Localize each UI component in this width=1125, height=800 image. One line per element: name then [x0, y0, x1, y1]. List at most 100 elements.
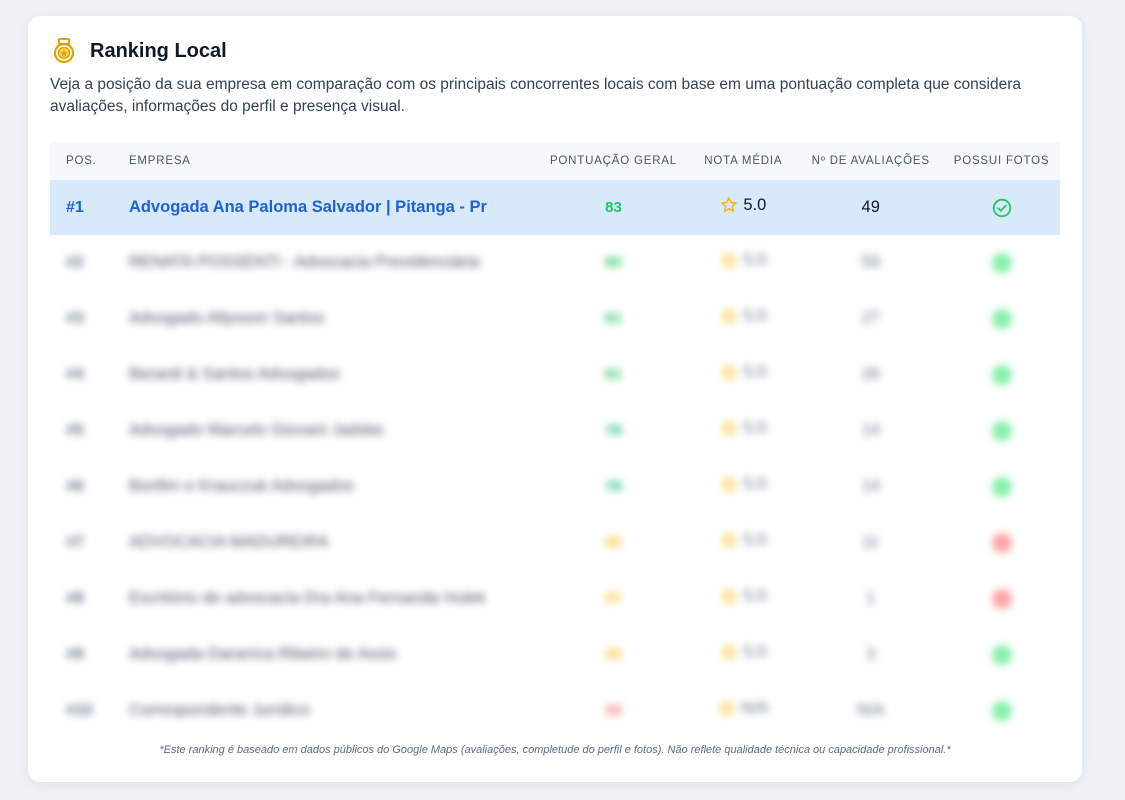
star-icon: [721, 197, 738, 213]
row-photos: [943, 644, 1060, 665]
star-icon: [721, 644, 738, 660]
row-photos: [943, 532, 1060, 553]
row-position: #5: [66, 421, 84, 439]
col-avaliacoes-header: Nº de Avaliações: [811, 155, 930, 167]
row-company-name: ADVOCACIA MADUREIRA: [128, 533, 329, 551]
has-photos-indicator: [991, 308, 1012, 329]
row-photos: [943, 420, 1060, 441]
table-row: #3 Advogado Allysson Santos 81 5.0 27: [50, 291, 1060, 347]
row-review-count: 26: [861, 365, 880, 383]
row-score: 81: [605, 310, 622, 327]
row-rating-value: 5.0: [743, 586, 767, 605]
row-score: 83: [605, 199, 622, 216]
table-row: #9 Advogada Danerica Ribeiro de Assis 55 5.…: [50, 627, 1060, 683]
row-company-name: Escritório de advocacia Dra Ana Fernanda…: [128, 589, 486, 607]
row-company-name: RENATA POSSENTI - Advocacia Previdenciár…: [128, 253, 480, 271]
row-photos: [943, 198, 1060, 218]
row-position: #9: [66, 645, 84, 663]
row-rating-value: 5.0: [743, 250, 767, 269]
table-row: #8 Escritório de advocacia Dra Ana Fernan…: [50, 571, 1060, 627]
star-icon: [721, 476, 738, 492]
row-score: 80: [605, 254, 622, 271]
row-company-name: Advogada Ana Paloma Salvador | Pitanga -…: [128, 198, 487, 216]
has-photos-indicator: [991, 476, 1012, 497]
has-photos-indicator: [991, 420, 1012, 441]
row-review-count: 11: [862, 533, 880, 551]
row-rating-value: 5.0: [743, 530, 767, 549]
row-position: #3: [66, 309, 84, 327]
row-review-count: 3: [866, 645, 876, 663]
row-photos: [943, 700, 1060, 721]
row-rating-value: 5.0: [743, 362, 767, 381]
col-fotos-header: Possui Fotos: [953, 155, 1050, 167]
table-row: #7 ADVOCACIA MADUREIRA 60 5.0 11: [50, 515, 1060, 571]
col-nota-header: Nota Média: [704, 155, 783, 167]
row-score: 30: [605, 702, 622, 719]
row-score: 78: [605, 422, 622, 439]
card-title: Ranking Local: [90, 39, 227, 62]
table-header: Pos. Empresa Pontuação Geral Nota Média …: [50, 142, 1060, 180]
has-photos-indicator: [991, 252, 1012, 273]
ranking-card: Ranking Local Veja a posição da sua empr…: [28, 16, 1082, 782]
col-pontuacao-header: Pontuação Geral: [549, 155, 677, 167]
row-rating: 5.0: [688, 419, 798, 443]
row-rating: 5.0: [688, 643, 798, 667]
row-rating: N/A: [688, 699, 798, 723]
row-position: #7: [66, 533, 84, 551]
has-photos-indicator: [991, 700, 1012, 721]
row-score: 60: [605, 534, 622, 551]
row-photos: [943, 588, 1060, 609]
col-pos-header: Pos.: [66, 155, 97, 167]
row-rating-value: 5.0: [743, 642, 767, 661]
check-circle-icon: [992, 198, 1011, 217]
star-icon: [719, 700, 735, 716]
row-review-count: 14: [861, 477, 880, 495]
row-company-name: Bonfim e Krauczuk Advogados: [128, 477, 354, 495]
row-photos: [943, 476, 1060, 497]
row-rating: 5.0: [688, 531, 798, 555]
row-company-name: Advogado Marcelo Giovani Jadske: [128, 421, 384, 439]
row-rating: 5.0: [688, 587, 798, 611]
ranking-table: Pos. Empresa Pontuação Geral Nota Média …: [50, 142, 1060, 739]
row-review-count: N/A: [856, 701, 885, 719]
col-empresa-header: Empresa: [128, 155, 191, 167]
medal-icon: [53, 38, 75, 64]
row-company-name: Advogada Danerica Ribeiro de Assis: [128, 645, 397, 663]
table-row: #2 RENATA POSSENTI - Advocacia Previdenci…: [50, 235, 1060, 291]
has-photos-indicator: [991, 644, 1012, 665]
table-row: #1 Advogada Ana Paloma Salvador | Pitanga…: [50, 180, 1060, 235]
row-position: #6: [66, 477, 84, 495]
row-company-name: Correspondente Jurídico: [128, 701, 310, 719]
star-icon: [721, 420, 738, 436]
row-score: 78: [605, 478, 622, 495]
row-rating-value: 5.0: [743, 195, 767, 214]
row-company-name: Advogado Allysson Santos: [128, 309, 325, 327]
table-row: #5 Advogado Marcelo Giovani Jadske 78 5.0 14: [50, 403, 1060, 459]
footnote: *Este ranking é baseado em dados público…: [159, 744, 951, 756]
row-rating-value: N/A: [741, 698, 769, 717]
row-rating: 5.0: [688, 363, 798, 387]
row-review-count: 27: [861, 309, 880, 327]
row-rating-value: 5.0: [743, 306, 767, 325]
has-photos-indicator: [991, 364, 1012, 385]
row-rating-value: 5.0: [743, 474, 767, 493]
row-company-name: Berardi & Santos Advogados: [128, 365, 340, 383]
table-row: #6 Bonfim e Krauczuk Advogados 78 5.0 14: [50, 459, 1060, 515]
row-review-count: 59: [861, 253, 880, 271]
table-body: #1 Advogada Ana Paloma Salvador | Pitanga…: [50, 180, 1060, 739]
star-icon: [721, 532, 738, 548]
no-photos-indicator: [991, 532, 1012, 553]
row-photos: [943, 252, 1060, 273]
row-position: #10: [66, 701, 93, 719]
table-row: #4 Berardi & Santos Advogados 81 5.0 26: [50, 347, 1060, 403]
row-photos: [943, 308, 1060, 329]
row-rating-value: 5.0: [743, 418, 767, 437]
no-photos-indicator: [991, 588, 1012, 609]
row-position: #4: [66, 365, 84, 383]
row-rating: 5.0: [688, 251, 798, 275]
row-review-count: 14: [861, 421, 880, 439]
card-description: Veja a posição da sua empresa em compara…: [50, 76, 1021, 115]
row-photos: [943, 364, 1060, 385]
row-position: #1: [66, 198, 84, 216]
star-icon: [721, 308, 738, 324]
